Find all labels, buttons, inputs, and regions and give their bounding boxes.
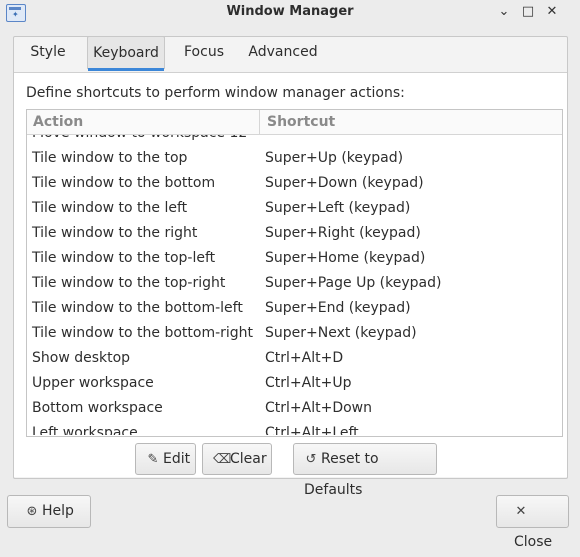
help-button[interactable]: ⊛ Help	[7, 495, 91, 528]
action-cell: Tile window to the top-left	[32, 250, 216, 266]
table-row[interactable]: Tile window to the bottom-left Super+End …	[27, 296, 562, 321]
table-row[interactable]: Left workspace Ctrl+Alt+Left	[27, 421, 562, 435]
tab-style[interactable]: Style	[24, 36, 72, 68]
minimize-button[interactable]: ⌄	[494, 2, 514, 22]
close-button-label: Close	[514, 534, 553, 550]
clear-button-label: Clear	[230, 451, 267, 467]
table-row[interactable]: Tile window to the top-right Super+Page U…	[27, 271, 562, 296]
action-cell: Left workspace	[32, 425, 138, 435]
column-separator[interactable]	[259, 110, 260, 134]
table-row[interactable]: Bottom workspace Ctrl+Alt+Down	[27, 396, 562, 421]
table-row[interactable]: Show desktop Ctrl+Alt+D	[27, 346, 562, 371]
clear-button[interactable]: ⌫Clear	[202, 443, 272, 475]
action-cell: Show desktop	[32, 350, 131, 366]
close-icon: ✕	[515, 504, 527, 519]
close-button[interactable]: ✕ Close	[496, 495, 569, 550]
action-cell: Tile window to the top	[32, 150, 188, 166]
table-row[interactable]: Tile window to the bottom-right Super+Nex…	[27, 321, 562, 346]
tab-keyboard[interactable]: Keyboard	[87, 36, 165, 71]
shortcuts-list-header: Action Shortcut	[27, 110, 562, 135]
shortcuts-rows: Move window to workspace 12 Tile window …	[27, 135, 562, 435]
table-row[interactable]: Tile window to the left Super+Left (keypa…	[27, 196, 562, 221]
table-row[interactable]: Upper workspace Ctrl+Alt+Up	[27, 371, 562, 396]
edit-button-label: Edit	[163, 451, 191, 467]
column-header-action[interactable]: Action	[33, 110, 83, 134]
reset-icon: ↺	[305, 452, 317, 467]
tab-advanced[interactable]: Advanced	[245, 36, 321, 68]
shortcuts-description: Define shortcuts to perform window manag…	[26, 85, 405, 101]
tab-focus[interactable]: Focus	[179, 36, 229, 68]
action-cell: Tile window to the bottom	[32, 175, 216, 191]
shortcut-cell: Ctrl+Alt+Left	[265, 425, 359, 435]
help-lifebuoy-icon: ⊛	[26, 504, 38, 519]
shortcut-cell: Super+Next (keypad)	[265, 325, 417, 341]
shortcuts-list[interactable]: Action Shortcut Move window to workspace…	[26, 109, 563, 437]
close-window-button[interactable]: ✕	[542, 2, 562, 22]
shortcut-cell: Super+Right (keypad)	[265, 225, 421, 241]
shortcut-cell: Super+Page Up (keypad)	[265, 275, 442, 291]
column-header-shortcut[interactable]: Shortcut	[267, 110, 335, 134]
shortcut-cell: Ctrl+Alt+Down	[265, 400, 372, 416]
action-cell: Tile window to the bottom-right	[32, 325, 254, 341]
action-cell: Tile window to the right	[32, 225, 198, 241]
table-row[interactable]: Tile window to the right Super+Right (key…	[27, 221, 562, 246]
shortcut-cell: Ctrl+Alt+D	[265, 350, 344, 366]
edit-button[interactable]: ✎ Edit	[135, 443, 196, 475]
shortcut-cell: Super+End (keypad)	[265, 300, 411, 316]
action-cell: Tile window to the top-right	[32, 275, 226, 291]
pencil-icon: ✎	[147, 452, 159, 467]
action-cell: Bottom workspace	[32, 400, 163, 416]
table-row[interactable]: Move window to workspace 12	[27, 135, 562, 146]
shortcut-cell: Super+Up (keypad)	[265, 150, 404, 166]
tab-bar: Style Keyboard Focus Advanced	[13, 36, 568, 71]
action-cell: Tile window to the bottom-left	[32, 300, 243, 316]
shortcut-cell: Super+Down (keypad)	[265, 175, 424, 191]
maximize-button[interactable]: □	[518, 2, 538, 22]
action-cell: Move window to workspace 12	[32, 135, 247, 146]
table-row[interactable]: Tile window to the top Super+Up (keypad)	[27, 146, 562, 171]
shortcut-cell: Super+Left (keypad)	[265, 200, 411, 216]
title-bar: ✦ Window Manager ⌄ □ ✕	[0, 0, 580, 24]
action-cell: Tile window to the left	[32, 200, 188, 216]
action-cell: Upper workspace	[32, 375, 154, 391]
backspace-icon: ⌫	[213, 452, 232, 467]
help-button-label: Help	[42, 503, 74, 519]
table-row[interactable]: Tile window to the top-left Super+Home (k…	[27, 246, 562, 271]
shortcut-cell: Super+Home (keypad)	[265, 250, 426, 266]
reset-to-defaults-button[interactable]: ↺ Reset to Defaults	[293, 443, 437, 498]
window-title: Window Manager	[226, 4, 354, 19]
table-row[interactable]: Tile window to the bottom Super+Down (key…	[27, 171, 562, 196]
shortcut-cell: Ctrl+Alt+Up	[265, 375, 352, 391]
